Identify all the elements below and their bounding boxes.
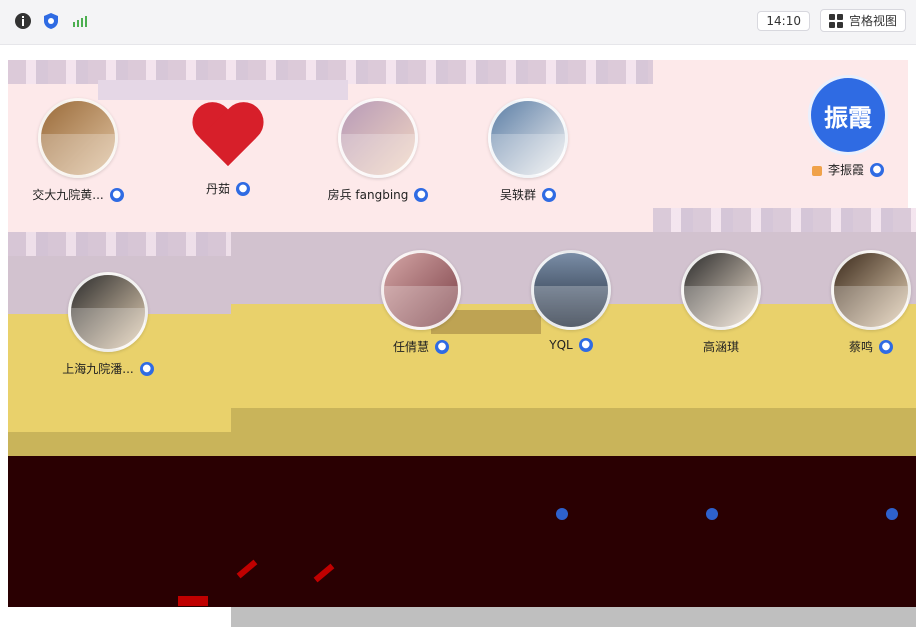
participant-name: 高涵琪 <box>702 340 739 354</box>
grid-icon <box>828 13 843 28</box>
participant-name: 李振霞 <box>827 163 864 177</box>
participant-name-row: 高涵琪 <box>651 338 791 355</box>
verified-badge-icon: ● <box>879 339 893 354</box>
participant-avatar <box>488 98 568 178</box>
participant-avatar <box>68 272 148 352</box>
verified-badge-icon: ● <box>435 339 449 354</box>
participant-avatar <box>531 250 611 330</box>
participant-right-content: 振霞 李振霞 ● <box>788 75 908 178</box>
participant-name: 房兵 fangbing <box>327 188 409 202</box>
bottom-bar <box>231 607 916 627</box>
heart-text-icon: 丹 <box>216 122 239 147</box>
grid-view-button[interactable]: 宫格视图 <box>819 9 906 32</box>
participant-avatar <box>38 98 118 178</box>
participant-tile[interactable]: YQL ● <box>501 250 641 352</box>
participant-name-row: 丹茹 ● <box>158 180 298 197</box>
participant-name: YQL <box>549 338 573 352</box>
participant-name-row: 房兵 fangbing ● <box>308 186 448 203</box>
participant-name: 交大九院黄... <box>32 188 104 202</box>
participant-name-row: YQL ● <box>501 338 641 352</box>
participant-name: 上海九院潘... <box>62 362 134 376</box>
participant-tile[interactable]: 高涵琪 <box>651 250 791 355</box>
grid-view-label: 宫格视图 <box>848 14 897 28</box>
verified-badge-icon: ● <box>414 187 429 202</box>
participant-name-row: 李振霞 ● <box>788 161 908 178</box>
video-glitch-area <box>8 456 916 607</box>
verified-badge-icon: ● <box>542 187 556 202</box>
participant-name: 吴轶群 <box>499 188 536 202</box>
participant-name-row: 上海九院潘... ● <box>38 360 178 377</box>
verified-badge-icon: ● <box>109 187 124 202</box>
time-badge: 14:10 <box>757 10 810 31</box>
toolbar-right: 14:10 宫格视图 <box>757 9 906 32</box>
participants-row-1-panel: 交大九院黄... ● 丹 丹茹 ● 房兵 fangbing ● 吴轶群 ● <box>8 60 653 232</box>
participant-tile[interactable]: 丹 丹茹 ● <box>158 98 298 197</box>
participant-badge-dot <box>706 508 718 520</box>
glitch-stripe-left <box>8 232 231 256</box>
heart-avatar-icon: 丹 <box>191 98 265 172</box>
participant-badge-dot <box>886 508 898 520</box>
participant-tile[interactable]: 交大九院黄... ● <box>8 98 148 203</box>
info-icon[interactable] <box>14 12 32 30</box>
verified-badge-icon: ● <box>139 361 154 376</box>
shield-icon[interactable] <box>42 12 60 30</box>
text-avatar: 振霞 <box>808 75 888 155</box>
glitch-stripe-middle <box>653 208 916 232</box>
verified-badge-icon: ● <box>236 181 250 196</box>
participant-avatar <box>381 250 461 330</box>
red-glitch-shape <box>313 563 335 583</box>
participant-name-row: 蔡鸣 ● <box>801 338 916 355</box>
signal-icon[interactable] <box>70 12 88 30</box>
participant-left-card[interactable]: 上海九院潘... ● <box>8 232 231 432</box>
participant-name: 任倩慧 <box>392 340 429 354</box>
participant-avatar <box>681 250 761 330</box>
participant-tile[interactable]: 吴轶群 ● <box>458 98 598 203</box>
participant-name-row: 吴轶群 ● <box>458 186 598 203</box>
gold-strip-center <box>231 408 916 456</box>
participants-row-2-panel: 任倩慧 ● YQL ● 高涵琪 蔡鸣 ● <box>231 232 916 408</box>
participant-name: 蔡鸣 <box>848 340 873 354</box>
glitch-block <box>98 80 348 100</box>
participant-avatar <box>831 250 911 330</box>
red-glitch-shape <box>236 559 258 579</box>
red-glitch-shape <box>178 596 208 606</box>
lock-icon <box>811 165 822 176</box>
gold-strip <box>8 432 231 456</box>
participant-avatar <box>338 98 418 178</box>
top-toolbar: 14:10 宫格视图 <box>0 0 916 45</box>
participant-tile[interactable]: 蔡鸣 ● <box>801 250 916 355</box>
participant-tile[interactable]: 任倩慧 ● <box>351 250 491 355</box>
participant-tile[interactable]: 上海九院潘... ● <box>38 272 178 377</box>
participant-name-row: 交大九院黄... ● <box>8 186 148 203</box>
participant-badge-dot <box>556 508 568 520</box>
status-icons <box>14 12 88 30</box>
verified-badge-icon: ● <box>578 338 593 352</box>
participant-name: 丹茹 <box>205 182 230 196</box>
participant-tile[interactable]: 房兵 fangbing ● <box>308 98 448 203</box>
verified-badge-icon: ● <box>870 162 884 177</box>
participant-name-row: 任倩慧 ● <box>351 338 491 355</box>
participant-right-card[interactable]: 振霞 李振霞 ● <box>653 60 908 208</box>
